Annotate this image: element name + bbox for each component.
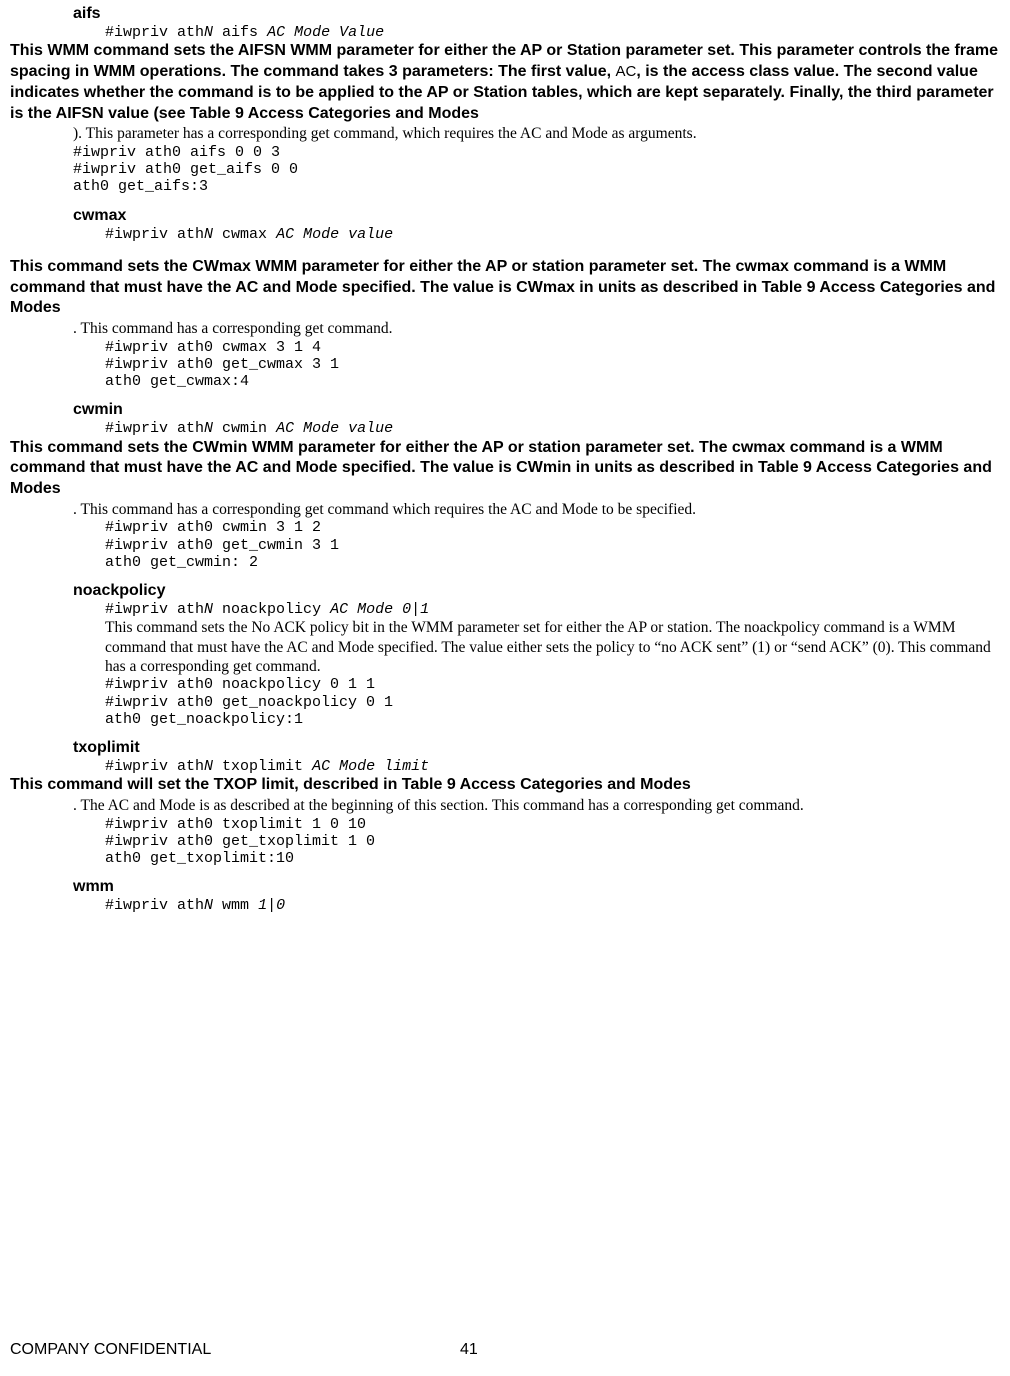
cmd-txop-syntax: #iwpriv athN txoplimit AC Mode limit	[105, 758, 1000, 775]
cmd-wmm-syntax: #iwpriv athN wmm 1|0	[105, 897, 1000, 914]
cmd-noack-desc: This command sets the No ACK policy bit …	[105, 618, 1000, 676]
syntax-text: #iwpriv ath	[105, 758, 204, 775]
spacer	[10, 243, 1000, 257]
page-footer: COMPANY CONFIDENTIAL 41	[10, 1340, 1000, 1360]
cmd-noack-example: #iwpriv ath0 noackpolicy 0 1 1 #iwpriv a…	[105, 676, 1000, 728]
syntax-text: aifs	[213, 24, 267, 41]
cmd-aifs-syntax: #iwpriv athN aifs AC Mode Value	[105, 24, 1000, 41]
syntax-n: N	[204, 601, 213, 618]
desc-ac: AC	[615, 63, 636, 80]
cmd-cwmin-post: . This command has a corresponding get c…	[73, 500, 1000, 519]
syntax-args: AC Mode value	[276, 226, 393, 243]
syntax-text: #iwpriv ath	[105, 24, 204, 41]
cmd-aifs-name: aifs	[73, 4, 1000, 24]
cmd-cwmin-syntax: #iwpriv athN cwmin AC Mode value	[105, 420, 1000, 437]
syntax-text: wmm	[213, 897, 258, 914]
syntax-text: #iwpriv ath	[105, 897, 204, 914]
cmd-aifs-desc: This WMM command sets the AIFSN WMM para…	[10, 41, 1000, 124]
cmd-txop-name: txoplimit	[73, 738, 1000, 758]
cmd-txop-example: #iwpriv ath0 txoplimit 1 0 10 #iwpriv at…	[105, 816, 1000, 868]
syntax-text: #iwpriv ath	[105, 226, 204, 243]
syntax-args: AC Mode limit	[312, 758, 429, 775]
footer-page-number: 41	[460, 1340, 478, 1360]
cmd-cwmax-desc: This command sets the CWmax WMM paramete…	[10, 257, 1000, 319]
syntax-text: noackpolicy	[213, 601, 330, 618]
syntax-n: N	[204, 420, 213, 437]
cmd-cwmin-example: #iwpriv ath0 cwmin 3 1 2 #iwpriv ath0 ge…	[105, 519, 1000, 571]
syntax-n: N	[204, 24, 213, 41]
syntax-n: N	[204, 758, 213, 775]
syntax-n: N	[204, 226, 213, 243]
cmd-aifs-example: #iwpriv ath0 aifs 0 0 3 #iwpriv ath0 get…	[73, 144, 1000, 196]
syntax-args: AC Mode 0|1	[330, 601, 429, 618]
syntax-text: txoplimit	[213, 758, 312, 775]
syntax-text: cwmin	[213, 420, 276, 437]
syntax-args: AC Mode value	[276, 420, 393, 437]
syntax-n: N	[204, 897, 213, 914]
cmd-txop-post: . The AC and Mode is as described at the…	[73, 796, 1000, 815]
cmd-noack-syntax: #iwpriv athN noackpolicy AC Mode 0|1	[105, 601, 1000, 618]
cmd-cwmin-desc: This command sets the CWmin WMM paramete…	[10, 438, 1000, 500]
cmd-aifs-post: ). This parameter has a corresponding ge…	[73, 124, 1000, 143]
cmd-cwmin-name: cwmin	[73, 400, 1000, 420]
syntax-text: #iwpriv ath	[105, 601, 204, 618]
cmd-wmm-name: wmm	[73, 877, 1000, 897]
cmd-cwmax-syntax: #iwpriv athN cwmax AC Mode value	[105, 226, 1000, 243]
cmd-cwmax-example: #iwpriv ath0 cwmax 3 1 4 #iwpriv ath0 ge…	[105, 339, 1000, 391]
cmd-cwmax-name: cwmax	[73, 206, 1000, 226]
syntax-args: 1|0	[258, 897, 285, 914]
cmd-cwmax-post: . This command has a corresponding get c…	[73, 319, 1000, 338]
syntax-text: #iwpriv ath	[105, 420, 204, 437]
footer-confidential: COMPANY CONFIDENTIAL	[10, 1341, 211, 1358]
cmd-noack-name: noackpolicy	[73, 581, 1000, 601]
syntax-args: AC Mode Value	[267, 24, 384, 41]
cmd-txop-desc: This command will set the TXOP limit, de…	[10, 775, 1000, 796]
syntax-text: cwmax	[213, 226, 276, 243]
